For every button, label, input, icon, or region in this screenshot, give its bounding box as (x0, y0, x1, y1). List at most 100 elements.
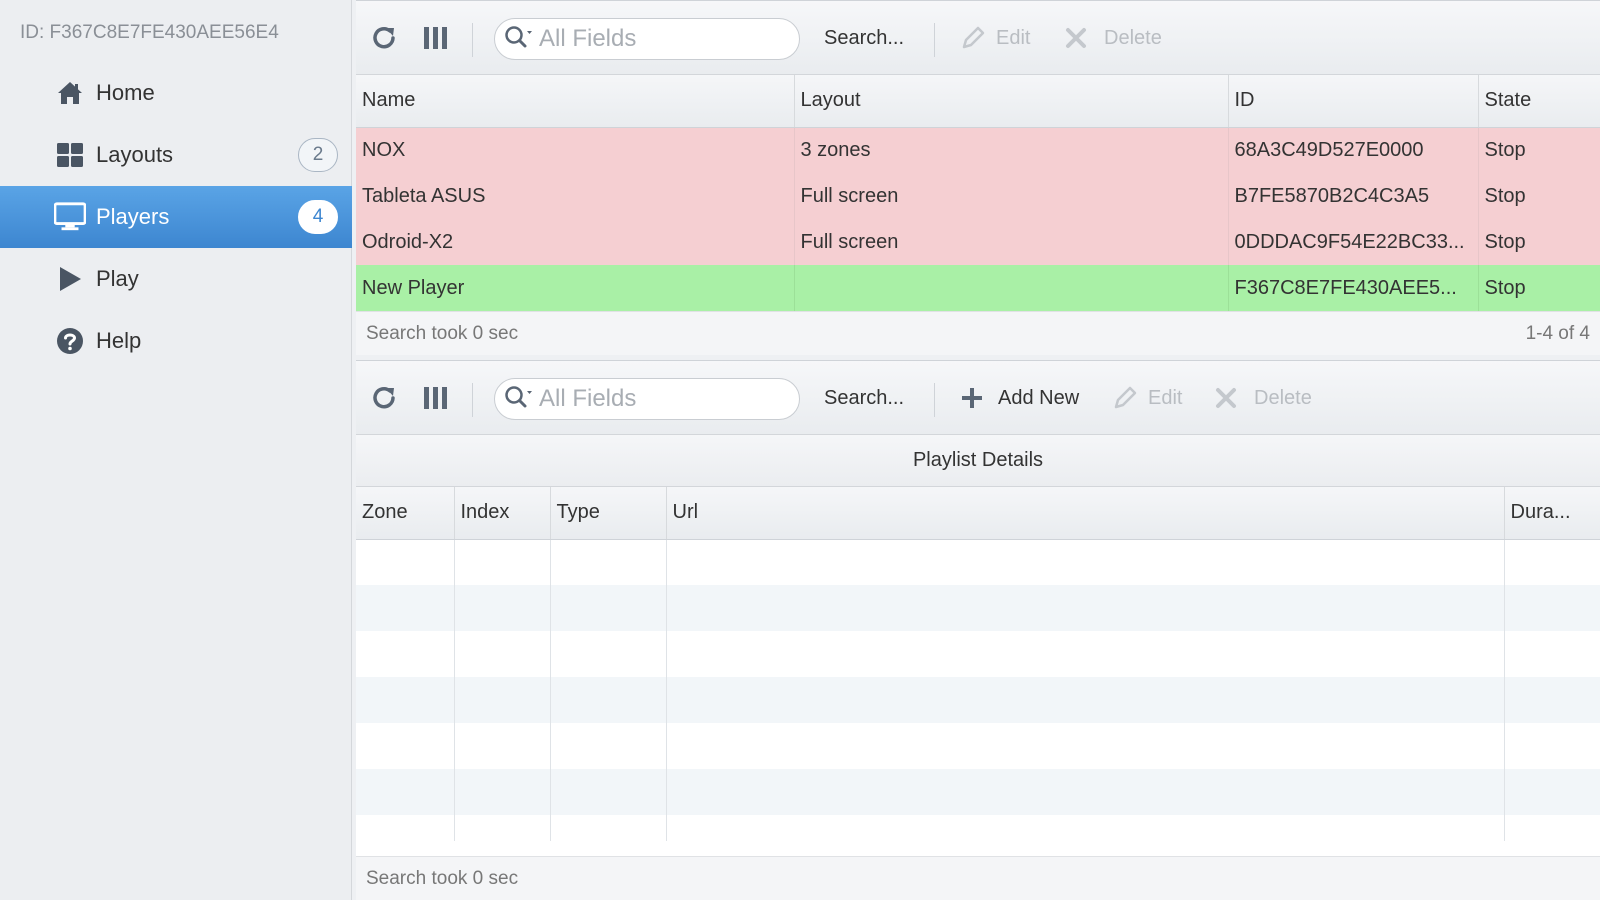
search-icon (503, 384, 533, 415)
close-icon (1214, 386, 1238, 410)
sidebar: ID: F367C8E7FE430AEE56E4 Home Layouts 2 … (0, 0, 352, 900)
add-new-label: Add New (998, 386, 1080, 409)
cell-name: Tableta ASUS (356, 173, 795, 219)
cell-layout: Full screen (794, 219, 1229, 265)
column-header-layout[interactable]: Layout (794, 75, 1229, 128)
table-header-row: Name Layout ID State (356, 75, 1600, 128)
cell-state: Stop (1478, 219, 1600, 265)
edit-label: Edit (1148, 386, 1183, 409)
columns-icon[interactable] (422, 379, 450, 417)
empty-row (356, 723, 1600, 769)
cell-layout (794, 265, 1229, 311)
empty-row (356, 585, 1600, 631)
delete-label: Delete (1104, 26, 1162, 49)
column-header-state[interactable]: State (1478, 75, 1600, 128)
playlist-table: Zone Index Type Url Dura... (356, 487, 1600, 841)
cell-id: F367C8E7FE430AEE5... (1228, 265, 1479, 311)
count-badge: 4 (298, 200, 338, 234)
cell-layout: 3 zones (794, 127, 1229, 173)
column-header-duration[interactable]: Dura... (1504, 487, 1600, 540)
empty-row (356, 815, 1600, 841)
close-icon (1064, 26, 1088, 50)
refresh-icon[interactable] (370, 379, 398, 417)
sidebar-item-label: Home (96, 80, 155, 105)
cell-state: Stop (1478, 127, 1600, 173)
delete-button[interactable]: Delete (1064, 19, 1162, 57)
search-icon (503, 24, 533, 55)
add-new-button[interactable]: Add New (960, 379, 1079, 417)
table-row[interactable]: Odroid-X2 Full screen 0DDDAC9F54E22BC33.… (356, 219, 1600, 265)
count-badge: 2 (298, 138, 338, 172)
search-time-status: Search took 0 sec (366, 322, 519, 344)
toolbar-divider (934, 383, 935, 417)
table-row[interactable]: NOX 3 zones 68A3C49D527E0000 Stop (356, 127, 1600, 173)
playlist-toolbar: Search... Add New Edit Delete (356, 361, 1600, 435)
empty-row (356, 769, 1600, 815)
toolbar-divider (472, 23, 473, 57)
empty-row (356, 539, 1600, 585)
edit-label: Edit (996, 26, 1031, 49)
delete-label: Delete (1254, 386, 1312, 409)
playlist-panel: Search... Add New Edit Delete Playlist D… (356, 360, 1600, 900)
sidebar-item-label: Help (96, 328, 142, 353)
toolbar-divider (934, 23, 935, 57)
cell-name: NOX (356, 127, 795, 173)
refresh-icon[interactable] (370, 19, 398, 57)
empty-row (356, 631, 1600, 677)
grid-icon (54, 139, 86, 171)
help-icon (54, 325, 86, 357)
column-header-index[interactable]: Index (454, 487, 551, 540)
table-row[interactable]: Tableta ASUS Full screen B7FE5870B2C4C3A… (356, 173, 1600, 219)
sidebar-item-help[interactable]: Help (0, 310, 352, 372)
search-button[interactable]: Search... (824, 379, 904, 417)
edit-button[interactable]: Edit (960, 19, 1030, 57)
play-icon (54, 263, 86, 295)
search-field[interactable] (494, 18, 800, 60)
search-input[interactable] (539, 385, 779, 413)
search-button[interactable]: Search... (824, 19, 904, 57)
players-footer: Search took 0 sec 1-4 of 4 (356, 311, 1600, 355)
playlist-title: Playlist Details (356, 435, 1600, 487)
edit-icon (960, 25, 986, 51)
delete-button[interactable]: Delete (1214, 379, 1312, 417)
sidebar-item-players[interactable]: Players 4 (0, 186, 352, 248)
sidebar-item-label: Layouts (96, 142, 174, 167)
column-header-name[interactable]: Name (356, 75, 795, 128)
monitor-icon (54, 201, 86, 233)
cell-state: Stop (1478, 173, 1600, 219)
table-header-row: Zone Index Type Url Dura... (356, 487, 1600, 540)
device-id: ID: F367C8E7FE430AEE56E4 (20, 22, 279, 43)
search-field[interactable] (494, 378, 800, 420)
players-panel: Search... Edit Delete Name Layout ID Sta… (356, 0, 1600, 355)
toolbar-divider (472, 383, 473, 417)
players-toolbar: Search... Edit Delete (356, 1, 1600, 75)
table-row[interactable]: New Player F367C8E7FE430AEE5... Stop (356, 265, 1600, 311)
search-time-status: Search took 0 sec (366, 867, 519, 889)
players-table: Name Layout ID State NOX 3 zones 68A3C49… (356, 75, 1600, 311)
playlist-footer: Search took 0 sec (356, 856, 1600, 900)
cell-layout: Full screen (794, 173, 1229, 219)
empty-row (356, 677, 1600, 723)
search-input[interactable] (539, 25, 779, 53)
columns-icon[interactable] (422, 19, 450, 57)
cell-state: Stop (1478, 265, 1600, 311)
column-header-url[interactable]: Url (666, 487, 1505, 540)
home-icon (54, 77, 86, 109)
cell-id: 0DDDAC9F54E22BC33... (1228, 219, 1479, 265)
edit-icon (1112, 385, 1138, 411)
sidebar-item-play[interactable]: Play (0, 248, 352, 310)
sidebar-item-layouts[interactable]: Layouts 2 (0, 124, 352, 186)
plus-icon (960, 386, 984, 410)
column-header-id[interactable]: ID (1228, 75, 1479, 128)
edit-button[interactable]: Edit (1112, 379, 1182, 417)
cell-name: Odroid-X2 (356, 219, 795, 265)
column-header-zone[interactable]: Zone (356, 487, 455, 540)
sidebar-item-label: Players (96, 204, 170, 229)
sidebar-item-home[interactable]: Home (0, 62, 352, 124)
sidebar-item-label: Play (96, 266, 139, 291)
record-count: 1-4 of 4 (1525, 322, 1590, 344)
cell-name: New Player (356, 265, 795, 311)
column-header-type[interactable]: Type (550, 487, 667, 540)
cell-id: 68A3C49D527E0000 (1228, 127, 1479, 173)
cell-id: B7FE5870B2C4C3A5 (1228, 173, 1479, 219)
